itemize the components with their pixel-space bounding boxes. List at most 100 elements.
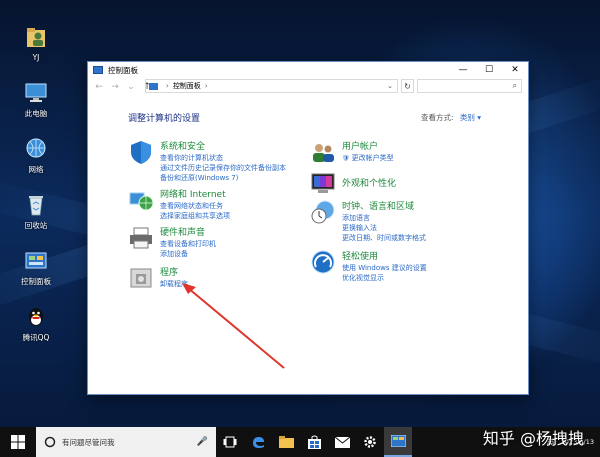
- desktop-icon-label: 网络: [28, 165, 44, 174]
- link-optimize-visual-display[interactable]: 优化视觉显示: [342, 274, 427, 284]
- taskbar-mail[interactable]: [328, 427, 356, 457]
- clock-globe-icon: [311, 200, 335, 224]
- category-title[interactable]: 硬件和声音: [160, 225, 216, 238]
- link-add-language[interactable]: 添加语言: [342, 214, 426, 224]
- file-explorer-icon: [278, 436, 294, 448]
- window-titlebar[interactable]: 控制面板 — ☐ ✕: [88, 62, 528, 78]
- breadcrumb-separator: ›: [204, 82, 208, 90]
- printer-icon: [130, 227, 152, 249]
- gear-icon: [364, 436, 376, 448]
- link-change-account-type[interactable]: 更改帐户类型: [342, 154, 394, 164]
- window-controls: — ☐ ✕: [450, 62, 528, 78]
- category-title[interactable]: 外观和个性化: [342, 176, 396, 189]
- windows-logo-icon: [11, 435, 25, 449]
- desktop-icon-network[interactable]: 网络: [8, 136, 64, 174]
- category-user-accounts: 用户帐户 更改帐户类型: [310, 139, 394, 165]
- link-backup-restore[interactable]: 备份和还原(Windows 7): [160, 174, 286, 184]
- taskbar-control-panel[interactable]: [384, 427, 412, 457]
- category-title[interactable]: 用户帐户: [342, 139, 394, 152]
- category-system-security: 系统和安全 查看你的计算机状态 通过文件历史记录保存你的文件备份副本 备份和还原…: [128, 139, 286, 183]
- search-control-panel-input[interactable]: ⌕: [417, 79, 522, 93]
- view-by-label: 查看方式:: [421, 113, 454, 122]
- qq-penguin-icon: [29, 308, 43, 326]
- zhihu-watermark: 知乎 @杨拽拽: [482, 429, 584, 448]
- control-panel-window: 控制面板 — ☐ ✕ ← → ⌄ ↑ › 控制面板 › ⌄ ↻ ⌕ 调整计算机的…: [87, 61, 529, 395]
- page-title: 调整计算机的设置: [128, 114, 201, 124]
- category-title[interactable]: 网络和 Internet: [160, 187, 230, 200]
- users-icon: [313, 144, 334, 162]
- control-panel-crumb-icon: [149, 82, 158, 90]
- link-windows-recommended-settings[interactable]: 使用 Windows 建议的设置: [342, 264, 427, 274]
- cortana-circle-icon: [44, 436, 56, 448]
- recycle-bin-icon: [29, 196, 43, 216]
- network-icon: [26, 138, 46, 158]
- desktop-icon-label: 控制面板: [21, 277, 51, 286]
- desktop-icon-label: YJ: [32, 53, 40, 62]
- desktop-icon-this-pc[interactable]: 此电脑: [8, 80, 64, 118]
- desktop-icon-label: 回收站: [24, 221, 48, 230]
- category-title[interactable]: 时钟、语言和区域: [342, 199, 426, 212]
- taskbar-settings[interactable]: [356, 427, 384, 457]
- taskbar-search-box[interactable]: 有问题尽管问我 🎤: [36, 427, 216, 457]
- category-appearance: 外观和个性化: [310, 170, 396, 196]
- recent-locations-button[interactable]: ⌄: [126, 82, 136, 92]
- link-change-input-method[interactable]: 更换输入法: [342, 224, 426, 234]
- desktop-icon-qq[interactable]: 腾讯QQ: [8, 304, 64, 342]
- link-view-computer-status[interactable]: 查看你的计算机状态: [160, 154, 286, 164]
- link-homegroup-sharing[interactable]: 选择家庭组和共享选项: [160, 212, 230, 222]
- address-dropdown-button[interactable]: ⌄: [384, 79, 396, 93]
- desktop-background: YJ 此电脑 网络 回收站 控制面板 腾讯QQ 控制面板 — ☐ ✕ ← → ⌄…: [0, 0, 600, 427]
- annotation-arrow-icon: [182, 283, 285, 369]
- link-add-device[interactable]: 添加设备: [160, 250, 216, 260]
- appearance-icon: [311, 173, 335, 193]
- microphone-icon[interactable]: 🎤: [197, 437, 208, 447]
- link-network-status[interactable]: 查看网络状态和任务: [160, 202, 230, 212]
- category-ease-of-access: 轻松使用 使用 Windows 建议的设置 优化视觉显示: [310, 249, 427, 284]
- ease-of-access-icon: [311, 250, 335, 274]
- link-devices-printers[interactable]: 查看设备和打印机: [160, 240, 216, 250]
- view-by: 查看方式: 类别 ▾: [421, 112, 481, 123]
- desktop-icon-user-folder[interactable]: YJ: [8, 24, 64, 62]
- breadcrumb-control-panel[interactable]: 控制面板: [173, 81, 201, 91]
- taskbar-search-placeholder: 有问题尽管问我: [62, 437, 115, 447]
- forward-button[interactable]: →: [110, 82, 120, 92]
- category-title[interactable]: 程序: [160, 265, 188, 278]
- user-folder-icon: [27, 28, 45, 47]
- minimize-button[interactable]: —: [450, 62, 476, 78]
- close-button[interactable]: ✕: [502, 62, 528, 78]
- desktop-icon-recycle-bin[interactable]: 回收站: [8, 192, 64, 230]
- edge-browser-icon: [253, 437, 264, 448]
- category-title[interactable]: 系统和安全: [160, 139, 286, 152]
- start-button[interactable]: [0, 427, 36, 457]
- task-view-button[interactable]: [216, 427, 244, 457]
- security-shield-icon: [131, 141, 151, 164]
- desktop-icon-label: 此电脑: [24, 109, 48, 118]
- link-change-date-time-format[interactable]: 更改日期、时间或数字格式: [342, 234, 426, 244]
- window-title: 控制面板: [108, 65, 138, 75]
- store-bag-icon: [307, 435, 321, 449]
- task-view-icon: [223, 436, 237, 448]
- taskbar-file-explorer[interactable]: [272, 427, 300, 457]
- programs-icon: [130, 268, 152, 288]
- breadcrumb-separator: ›: [166, 82, 169, 90]
- back-button[interactable]: ←: [94, 82, 104, 92]
- mail-icon: [334, 436, 350, 448]
- refresh-button[interactable]: ↻: [401, 79, 414, 93]
- control-panel-app-icon: [93, 66, 103, 74]
- desktop-icon-control-panel[interactable]: 控制面板: [8, 248, 64, 286]
- taskbar-edge[interactable]: [244, 427, 272, 457]
- link-file-history[interactable]: 通过文件历史记录保存你的文件备份副本: [160, 164, 286, 174]
- network-globe-icon: [129, 192, 154, 211]
- category-title[interactable]: 轻松使用: [342, 249, 427, 262]
- control-panel-icon: [390, 435, 406, 447]
- search-icon: ⌕: [512, 81, 517, 90]
- view-by-dropdown[interactable]: 类别 ▾: [460, 113, 481, 122]
- desktop-icon-label: 腾讯QQ: [22, 333, 50, 342]
- address-bar[interactable]: › 控制面板 ›: [145, 79, 398, 93]
- category-clock-language-region: 时钟、语言和区域 添加语言 更换输入法 更改日期、时间或数字格式: [310, 199, 426, 243]
- category-hardware-sound: 硬件和声音 查看设备和打印机 添加设备: [128, 225, 216, 260]
- category-network-internet: 网络和 Internet 查看网络状态和任务 选择家庭组和共享选项: [128, 187, 230, 222]
- maximize-button[interactable]: ☐: [476, 62, 502, 78]
- computer-icon: [25, 83, 47, 102]
- taskbar-store[interactable]: [300, 427, 328, 457]
